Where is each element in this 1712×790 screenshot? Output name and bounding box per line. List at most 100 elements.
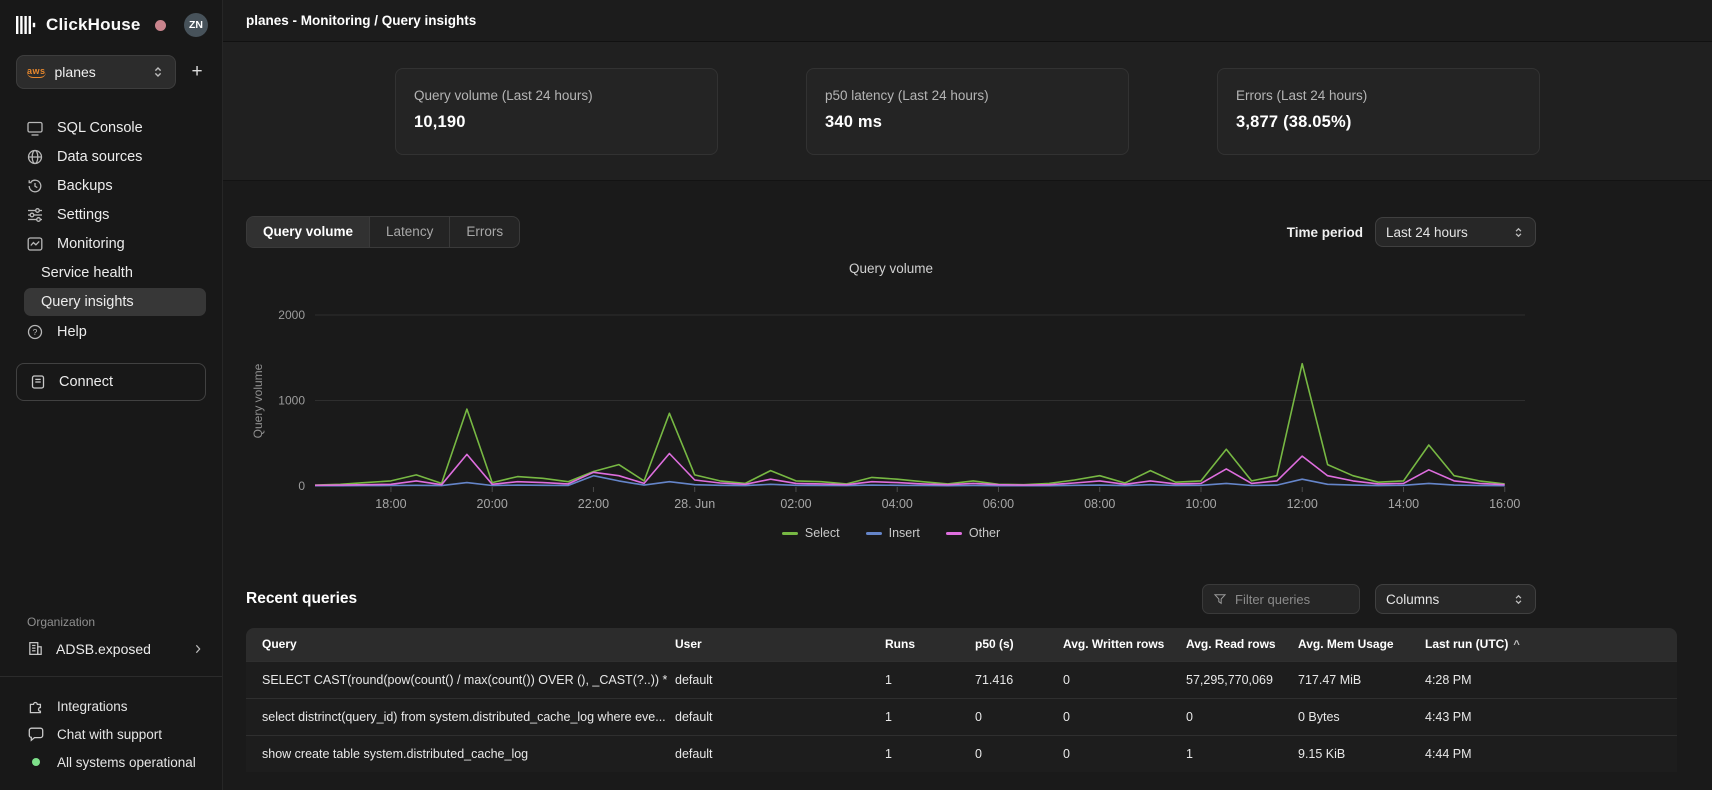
organization-icon <box>27 640 44 657</box>
data-sources-icon <box>26 148 44 166</box>
sidebar-item-sql-console[interactable]: SQL Console <box>0 113 222 142</box>
cell-written: 0 <box>1055 735 1178 772</box>
tab-errors[interactable]: Errors <box>450 217 519 247</box>
x-tick-label: 10:00 <box>1185 497 1216 511</box>
x-tick-label: 04:00 <box>882 497 913 511</box>
organization-switcher[interactable]: ADSB.exposed <box>0 640 222 657</box>
filter-queries-input-wrap[interactable] <box>1202 584 1360 614</box>
time-period-value: Last 24 hours <box>1386 225 1512 240</box>
status-label: All systems operational <box>57 755 196 770</box>
integrations-puzzle-icon <box>27 697 45 715</box>
help-icon: ? <box>26 323 44 341</box>
x-tick-label: 06:00 <box>983 497 1014 511</box>
sidebar-item-label: Monitoring <box>57 236 125 252</box>
time-period-select[interactable]: Last 24 hours <box>1375 217 1536 247</box>
tab-query-volume[interactable]: Query volume <box>247 217 370 247</box>
columns-select[interactable]: Columns <box>1375 584 1536 614</box>
cell-query: show create table system.distributed_cac… <box>246 735 667 772</box>
brand-name: ClickHouse <box>46 15 141 35</box>
cell-p50: 0 <box>967 735 1055 772</box>
sidebar-item-label: Settings <box>57 207 109 223</box>
y-axis-title: Query volume <box>251 363 265 438</box>
recent-queries-heading: Recent queries <box>246 590 357 608</box>
filter-queries-input[interactable] <box>1235 592 1345 607</box>
chart-plot-area: 010002000Query volume18:0020:0022:0028. … <box>246 276 1536 518</box>
column-header[interactable]: Avg. Read rows <box>1178 628 1290 661</box>
stats-band: Query volume (Last 24 hours) 10,190 p50 … <box>223 42 1712 181</box>
stat-card-p50-latency: p50 latency (Last 24 hours) 340 ms <box>806 68 1129 155</box>
sort-ascending-icon: ^ <box>1513 639 1519 651</box>
stat-label: Errors (Last 24 hours) <box>1236 88 1521 103</box>
connect-button[interactable]: Connect <box>16 363 206 401</box>
notification-dot[interactable] <box>155 20 166 31</box>
sidebar-item-chat-support[interactable]: Chat with support <box>0 720 222 748</box>
y-tick-label: 2000 <box>278 308 305 322</box>
console-icon <box>26 119 44 137</box>
sidebar-item-backups[interactable]: Backups <box>0 171 222 200</box>
cell-last_run: 4:28 PM <box>1417 661 1677 698</box>
time-period-label: Time period <box>1287 225 1363 240</box>
x-tick-label: 20:00 <box>477 497 508 511</box>
legend-item-insert[interactable]: Insert <box>866 526 920 540</box>
column-header[interactable]: Query <box>246 628 667 661</box>
legend-label: Other <box>969 526 1000 540</box>
service-selector[interactable]: aws planes <box>16 55 176 89</box>
user-avatar[interactable]: ZN <box>184 13 208 37</box>
sidebar-item-service-health[interactable]: Service health <box>24 259 206 287</box>
x-tick-label: 16:00 <box>1489 497 1520 511</box>
sidebar-item-settings[interactable]: Settings <box>0 200 222 229</box>
sidebar-item-integrations[interactable]: Integrations <box>0 692 222 720</box>
sidebar-item-help[interactable]: ? Help <box>0 317 222 346</box>
stat-value: 10,190 <box>414 113 699 132</box>
cell-read: 1 <box>1178 735 1290 772</box>
logo-row: ClickHouse ZN <box>0 0 222 47</box>
stat-value: 3,877 (38.05%) <box>1236 113 1521 132</box>
stat-card-query-volume: Query volume (Last 24 hours) 10,190 <box>395 68 718 155</box>
chart-tabs: Query volume Latency Errors <box>246 216 520 248</box>
x-tick-label: 12:00 <box>1287 497 1318 511</box>
x-tick-label: 02:00 <box>780 497 811 511</box>
sidebar-item-label: Data sources <box>57 149 142 165</box>
x-tick-label: 14:00 <box>1388 497 1419 511</box>
x-tick-label: 08:00 <box>1084 497 1115 511</box>
sidebar-item-label: Help <box>57 324 87 340</box>
column-header[interactable]: User <box>667 628 877 661</box>
system-status[interactable]: All systems operational <box>0 748 222 776</box>
table-row[interactable]: SELECT CAST(round(pow(count() / max(coun… <box>246 661 1677 698</box>
column-header[interactable]: Last run (UTC)^ <box>1417 628 1677 661</box>
cell-p50: 71.416 <box>967 661 1055 698</box>
query-volume-chart: Query volume 010002000Query volume18:002… <box>246 261 1536 540</box>
cell-user: default <box>667 698 877 735</box>
sidebar-item-label: Integrations <box>57 699 128 714</box>
series-select-line <box>315 364 1505 485</box>
column-header[interactable]: Runs <box>877 628 967 661</box>
sidebar-item-data-sources[interactable]: Data sources <box>0 142 222 171</box>
table-row[interactable]: show create table system.distributed_cac… <box>246 735 1677 772</box>
column-header[interactable]: Avg. Written rows <box>1055 628 1178 661</box>
column-header[interactable]: Avg. Mem Usage <box>1290 628 1417 661</box>
sidebar-item-query-insights[interactable]: Query insights <box>24 288 206 316</box>
legend-label: Select <box>805 526 840 540</box>
cell-written: 0 <box>1055 661 1178 698</box>
cell-mem: 0 Bytes <box>1290 698 1417 735</box>
sidebar-item-label: Chat with support <box>57 727 162 742</box>
stat-card-errors: Errors (Last 24 hours) 3,877 (38.05%) <box>1217 68 1540 155</box>
legend-label: Insert <box>889 526 920 540</box>
table-row[interactable]: select distrinct(query_id) from system.d… <box>246 698 1677 735</box>
cell-mem: 9.15 KiB <box>1290 735 1417 772</box>
add-service-button[interactable]: + <box>186 61 208 83</box>
cell-query: select distrinct(query_id) from system.d… <box>246 698 667 735</box>
cell-runs: 1 <box>877 661 967 698</box>
tab-latency[interactable]: Latency <box>370 217 450 247</box>
service-name: planes <box>55 64 142 80</box>
sidebar-item-label: SQL Console <box>57 120 143 136</box>
aws-provider-icon: aws <box>27 66 46 78</box>
cell-last_run: 4:44 PM <box>1417 735 1677 772</box>
legend-item-other[interactable]: Other <box>946 526 1000 540</box>
legend-swatch <box>782 532 798 535</box>
sidebar-item-monitoring[interactable]: Monitoring <box>0 229 222 258</box>
cell-read: 57,295,770,069 <box>1178 661 1290 698</box>
legend-item-select[interactable]: Select <box>782 526 840 540</box>
cell-user: default <box>667 661 877 698</box>
column-header[interactable]: p50 (s) <box>967 628 1055 661</box>
